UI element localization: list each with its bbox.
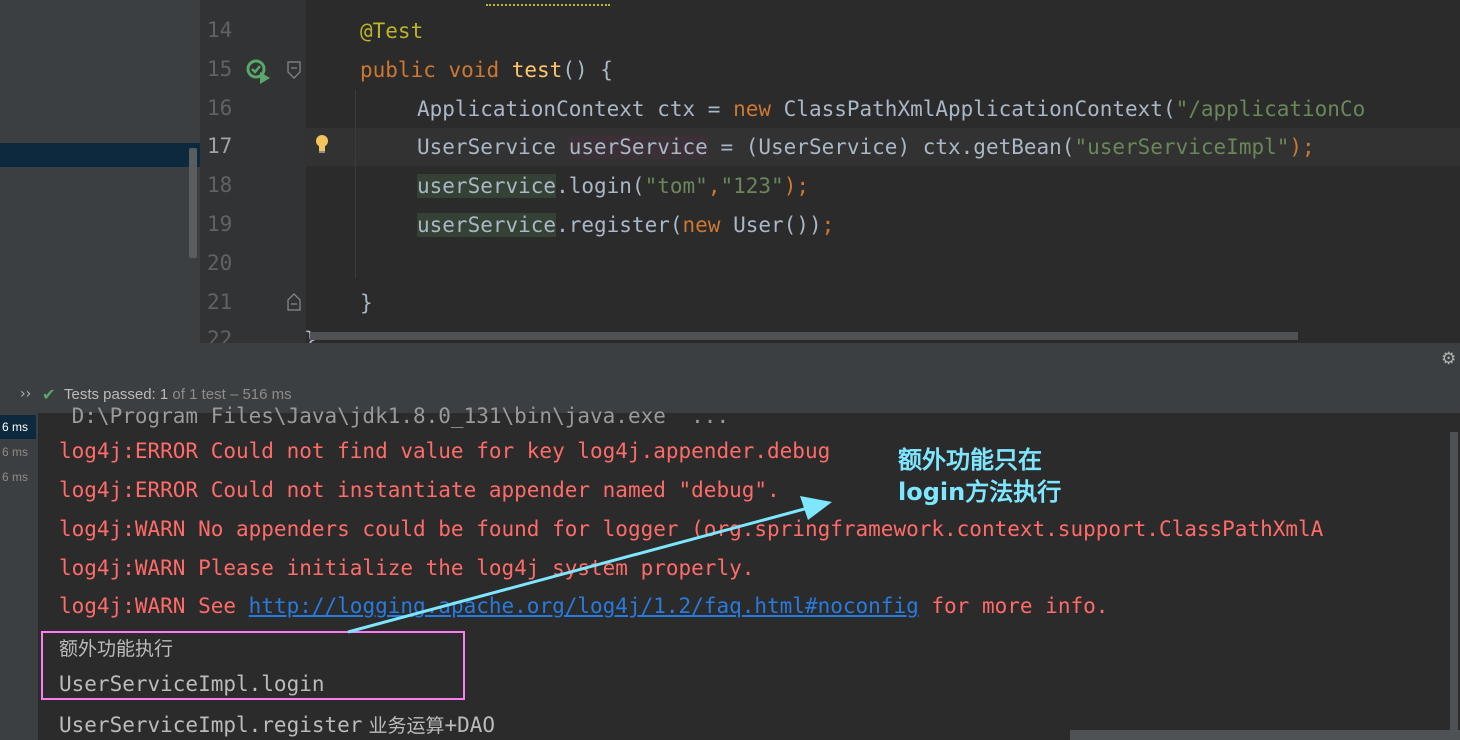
console-output-line: UserServiceImpl.register 业务运算+DAO: [59, 711, 495, 738]
code-line-16[interactable]: ApplicationContext ctx = new ClassPathXm…: [417, 96, 1365, 122]
console-warn-line: log4j:WARN Please initialize the log4j s…: [59, 556, 755, 580]
project-panel: [0, 0, 200, 343]
annotation-line: login方法执行: [898, 478, 1062, 506]
code-text: );: [783, 174, 809, 198]
code-line-14[interactable]: @Test: [360, 18, 423, 44]
keyword: new: [733, 97, 772, 121]
console-error-line: log4j:ERROR Could not find value for key…: [59, 439, 831, 463]
warning-squiggle: [486, 0, 610, 6]
run-test-icon[interactable]: [245, 58, 271, 84]
highlight-box: [41, 631, 465, 700]
code-text: ApplicationContext ctx =: [417, 97, 734, 121]
line-number: 14: [207, 18, 233, 42]
console-vertical-scrollbar[interactable]: [1450, 432, 1458, 730]
code-text: ,: [707, 174, 721, 198]
keyword: void: [448, 58, 500, 82]
code-line-19[interactable]: userService.register(new User());: [417, 212, 834, 238]
line-number: 19: [207, 212, 233, 236]
test-time[interactable]: 6 ms: [2, 420, 28, 434]
line-number-current: 17: [207, 134, 233, 158]
tests-detail: of 1 test – 516 ms: [172, 386, 292, 403]
annotation-note: 额外功能只在 login方法执行: [898, 444, 1061, 508]
code-text: .register(: [556, 213, 683, 237]
method-name: test: [511, 58, 563, 82]
tests-count: 1: [159, 386, 169, 403]
code-text: () {: [562, 58, 613, 82]
code-line-15[interactable]: public void test() {: [360, 57, 613, 83]
code-text: ;: [821, 213, 835, 237]
warn-text: log4j:WARN See: [59, 594, 249, 618]
annotation-line: 额外功能只在: [898, 446, 1042, 474]
console-horizontal-scrollbar[interactable]: [1070, 730, 1460, 740]
test-time[interactable]: 6 ms: [2, 470, 28, 484]
warn-text: for more info.: [918, 594, 1109, 618]
variable: userService: [568, 135, 708, 159]
tests-status: Tests passed:: [64, 386, 156, 403]
code-text: User()): [720, 213, 822, 237]
fold-close-icon[interactable]: [286, 292, 302, 312]
console-warn-line: log4j:WARN No appenders could be found f…: [59, 517, 1324, 541]
line-number: 18: [207, 173, 233, 197]
console-warn-line: log4j:WARN See http://logging.apache.org…: [59, 594, 1108, 618]
gear-icon[interactable]: ⚙: [1441, 350, 1459, 368]
line-number: 21: [207, 290, 233, 314]
code-text: ClassPathXmlApplicationContext(: [771, 97, 1176, 121]
log4j-faq-link[interactable]: http://logging.apache.org/log4j/1.2/faq.…: [249, 594, 919, 618]
code-text: .login(: [556, 174, 645, 198]
output-text: UserServiceImpl.register: [59, 713, 363, 737]
check-icon: ✔: [42, 385, 56, 404]
string-literal: "tom": [644, 174, 708, 198]
test-tree: [0, 413, 38, 740]
indent-guide: [355, 90, 356, 278]
code-text: );: [1289, 135, 1315, 159]
project-selected-row[interactable]: [0, 143, 200, 167]
code-line-18[interactable]: userService.login("tom","123");: [417, 173, 809, 199]
tests-passed-label: Tests passed: 1 of 1 test – 516 ms: [64, 386, 292, 403]
code-text: }: [360, 291, 373, 315]
string-literal: "userServiceImpl": [1074, 135, 1290, 159]
chevron-right-icon[interactable]: ››: [20, 386, 31, 402]
variable: userService: [417, 213, 557, 237]
console-error-line: log4j:ERROR Could not instantiate append…: [59, 478, 780, 502]
code-line-21[interactable]: }: [360, 290, 373, 316]
annotation-test: @Test: [360, 19, 424, 43]
keyword: new: [682, 213, 721, 237]
string-literal: "123": [720, 174, 784, 198]
keyword: public: [360, 58, 436, 82]
code-editor[interactable]: [306, 0, 1460, 343]
string-literal: "/applicationCo: [1175, 97, 1366, 121]
line-number: 15: [207, 57, 233, 81]
output-text: +DAO: [444, 713, 496, 737]
code-text: = (UserService) ctx.getBean(: [707, 135, 1075, 159]
variable: userService: [417, 174, 557, 198]
lightbulb-icon[interactable]: [314, 134, 330, 154]
console-command-line: D:\Program Files\Java\jdk1.8.0_131\bin\j…: [59, 404, 730, 428]
output-text-cn: 业务运算: [362, 715, 445, 737]
line-number: 16: [207, 96, 233, 120]
test-time[interactable]: 6 ms: [2, 445, 28, 459]
code-text: UserService: [417, 135, 569, 159]
code-line-17[interactable]: UserService userService = (UserService) …: [417, 134, 1315, 160]
project-scrollbar[interactable]: [189, 148, 197, 258]
line-number: 20: [207, 251, 233, 275]
fold-open-icon[interactable]: [286, 60, 302, 80]
run-toolwindow-header: [0, 343, 1460, 377]
editor-horizontal-scrollbar[interactable]: [310, 332, 1298, 340]
